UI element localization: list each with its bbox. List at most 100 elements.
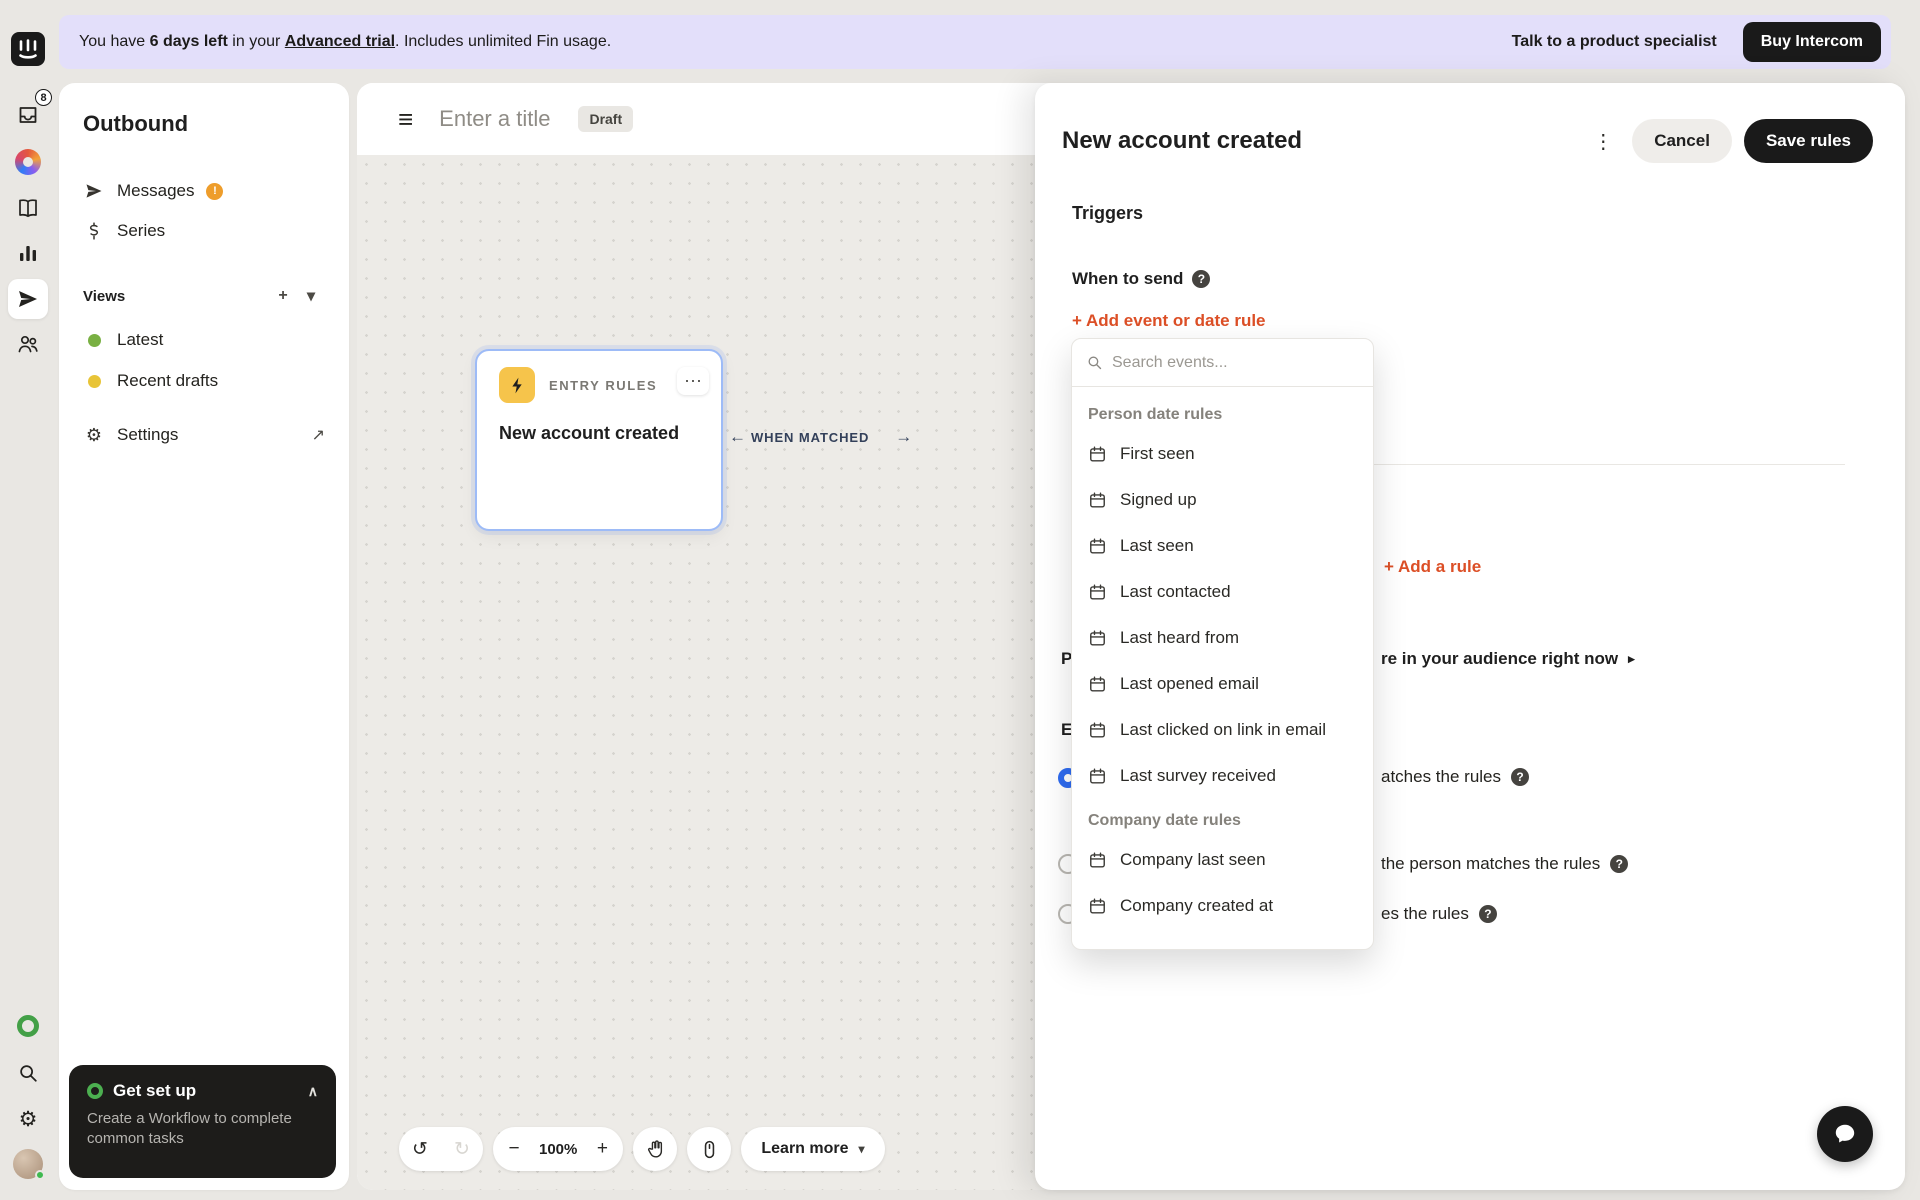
help-icon[interactable]: ? bbox=[1192, 270, 1210, 288]
green-ring-icon bbox=[17, 1015, 39, 1037]
calendar-icon bbox=[1088, 897, 1107, 916]
app-icon-rail: 8 ⚙ bbox=[0, 0, 56, 1200]
advanced-trial-link[interactable]: Advanced trial bbox=[285, 33, 395, 50]
reports-nav-icon[interactable] bbox=[8, 233, 48, 273]
sidebar-item-series[interactable]: Series bbox=[71, 211, 337, 251]
select-pointer-tool-button[interactable] bbox=[687, 1127, 731, 1171]
calendar-icon bbox=[1088, 851, 1107, 870]
inbox-nav-icon[interactable]: 8 bbox=[8, 95, 48, 135]
event-option-last-clicked-link[interactable]: Last clicked on link in email bbox=[1072, 707, 1373, 753]
add-event-or-date-rule-link[interactable]: + Add event or date rule bbox=[1072, 311, 1266, 331]
trial-days-left: 6 days left bbox=[150, 33, 228, 50]
events-dropdown: Person date rules First seen Signed up L… bbox=[1071, 338, 1374, 950]
menu-icon[interactable]: ≡ bbox=[398, 106, 413, 132]
event-option-last-seen[interactable]: Last seen bbox=[1072, 523, 1373, 569]
event-option-company-created-at[interactable]: Company created at bbox=[1072, 883, 1373, 929]
event-option-label: Company created at bbox=[1120, 896, 1273, 916]
canvas-toolbar: ↺ ↻ − 100% + Learn more ▾ bbox=[399, 1127, 885, 1171]
entry-rules-editor-panel: New account created ⋮ Cancel Save rules … bbox=[1035, 83, 1905, 1190]
event-option-label: Last opened email bbox=[1120, 674, 1259, 694]
workflow-title-input[interactable]: Enter a title bbox=[439, 106, 550, 132]
buy-intercom-button[interactable]: Buy Intercom bbox=[1743, 22, 1881, 62]
pan-hand-tool-button[interactable] bbox=[633, 1127, 677, 1171]
lightning-bolt-icon bbox=[499, 367, 535, 403]
kebab-menu-button[interactable]: ⋮ bbox=[1584, 122, 1622, 160]
arrow-left-icon: ← bbox=[729, 427, 746, 447]
ai-automation-nav-icon[interactable] bbox=[8, 142, 48, 182]
when-matched-connector: ← WHEN MATCHED → bbox=[729, 427, 912, 447]
entry-rules-node[interactable]: ENTRY RULES ⋯ New account created bbox=[475, 349, 723, 531]
chevron-down-icon: ▾ bbox=[859, 1142, 865, 1156]
outbound-nav-icon[interactable] bbox=[8, 279, 48, 319]
events-list: Person date rules First seen Signed up L… bbox=[1072, 387, 1373, 937]
event-option-last-survey-received[interactable]: Last survey received bbox=[1072, 753, 1373, 799]
cancel-button[interactable]: Cancel bbox=[1632, 119, 1732, 163]
rule-option-2-row[interactable]: the person matches the rules ? bbox=[1381, 854, 1628, 874]
zoom-control-group: − 100% + bbox=[493, 1127, 623, 1171]
event-option-last-contacted[interactable]: Last contacted bbox=[1072, 569, 1373, 615]
chevron-up-icon[interactable]: ∧ bbox=[308, 1083, 318, 1100]
settings-nav-icon[interactable]: ⚙ bbox=[8, 1099, 48, 1139]
online-status-dot bbox=[35, 1170, 45, 1180]
latest-dot-icon bbox=[83, 334, 105, 347]
event-option-label: Last seen bbox=[1120, 536, 1194, 556]
sidebar-item-settings[interactable]: ⚙ Settings ↗ bbox=[71, 415, 337, 455]
event-option-label: First seen bbox=[1120, 444, 1195, 464]
undo-button[interactable]: ↺ bbox=[399, 1127, 441, 1171]
get-set-up-card[interactable]: Get set up ∧ Create a Workflow to comple… bbox=[69, 1065, 336, 1178]
warning-badge-icon: ! bbox=[206, 183, 223, 200]
sidebar-item-recent-drafts[interactable]: Recent drafts bbox=[71, 361, 337, 401]
sidebar-item-latest[interactable]: Latest bbox=[71, 320, 337, 360]
event-option-label: Last survey received bbox=[1120, 766, 1276, 786]
user-avatar[interactable] bbox=[8, 1144, 48, 1184]
getting-started-nav-icon[interactable] bbox=[8, 1006, 48, 1046]
search-nav-icon[interactable] bbox=[8, 1053, 48, 1093]
event-option-company-last-seen[interactable]: Company last seen bbox=[1072, 837, 1373, 883]
intercom-logo[interactable] bbox=[11, 32, 45, 66]
zoom-out-button[interactable]: − bbox=[493, 1127, 535, 1171]
settings-label: Settings bbox=[117, 425, 178, 445]
add-a-rule-link[interactable]: + Add a rule bbox=[1384, 557, 1481, 577]
rule-option-1-fragment: atches the rules bbox=[1381, 767, 1501, 787]
zoom-in-button[interactable]: + bbox=[581, 1127, 623, 1171]
redo-button[interactable]: ↻ bbox=[441, 1127, 483, 1171]
entry-rules-label: ENTRY RULES bbox=[549, 378, 657, 393]
event-option-label: Company last seen bbox=[1120, 850, 1266, 870]
messenger-launcher-button[interactable] bbox=[1817, 1106, 1873, 1162]
event-option-signed-up[interactable]: Signed up bbox=[1072, 477, 1373, 523]
views-label: Views bbox=[83, 288, 125, 305]
knowledge-nav-icon[interactable] bbox=[8, 188, 48, 228]
save-rules-button[interactable]: Save rules bbox=[1744, 119, 1873, 163]
contacts-nav-icon[interactable] bbox=[8, 324, 48, 364]
help-icon[interactable]: ? bbox=[1511, 768, 1529, 786]
talk-to-specialist-link[interactable]: Talk to a product specialist bbox=[1512, 33, 1717, 51]
latest-label: Latest bbox=[117, 330, 163, 350]
event-option-last-opened-email[interactable]: Last opened email bbox=[1072, 661, 1373, 707]
panel-title: New account created bbox=[1062, 127, 1302, 155]
learn-more-button[interactable]: Learn more ▾ bbox=[741, 1127, 884, 1171]
help-icon[interactable]: ? bbox=[1610, 855, 1628, 873]
sidebar-item-messages[interactable]: Messages ! bbox=[71, 171, 337, 211]
audience-fragment-text: re in your audience right now bbox=[1381, 649, 1618, 669]
when-to-send-label: When to send bbox=[1072, 269, 1183, 289]
help-icon[interactable]: ? bbox=[1479, 905, 1497, 923]
entry-card-menu-button[interactable]: ⋯ bbox=[677, 367, 709, 395]
collapse-views-button[interactable]: ▾ bbox=[297, 282, 325, 310]
calendar-icon bbox=[1088, 767, 1107, 786]
messages-label: Messages bbox=[117, 181, 194, 201]
outbound-sidebar: Outbound Messages ! Series Views + ▾ Lat… bbox=[59, 83, 349, 1190]
calendar-icon bbox=[1088, 445, 1107, 464]
calendar-icon bbox=[1088, 629, 1107, 648]
event-option-last-heard-from[interactable]: Last heard from bbox=[1072, 615, 1373, 661]
rule-option-3-row[interactable]: es the rules ? bbox=[1381, 904, 1497, 924]
trial-text: You have 6 days left in your Advanced tr… bbox=[79, 33, 611, 51]
trial-text-mid: in your bbox=[228, 33, 285, 50]
events-search-input[interactable] bbox=[1112, 354, 1359, 372]
arrow-right-icon: → bbox=[895, 427, 912, 447]
event-option-first-seen[interactable]: First seen bbox=[1072, 431, 1373, 477]
rule-option-1-row[interactable]: atches the rules ? bbox=[1381, 767, 1529, 787]
audience-right-now-link[interactable]: re in your audience right now ▸ bbox=[1381, 649, 1635, 669]
add-view-button[interactable]: + bbox=[269, 282, 297, 310]
panel-header: New account created ⋮ Cancel Save rules bbox=[1062, 119, 1873, 163]
recent-drafts-label: Recent drafts bbox=[117, 371, 218, 391]
